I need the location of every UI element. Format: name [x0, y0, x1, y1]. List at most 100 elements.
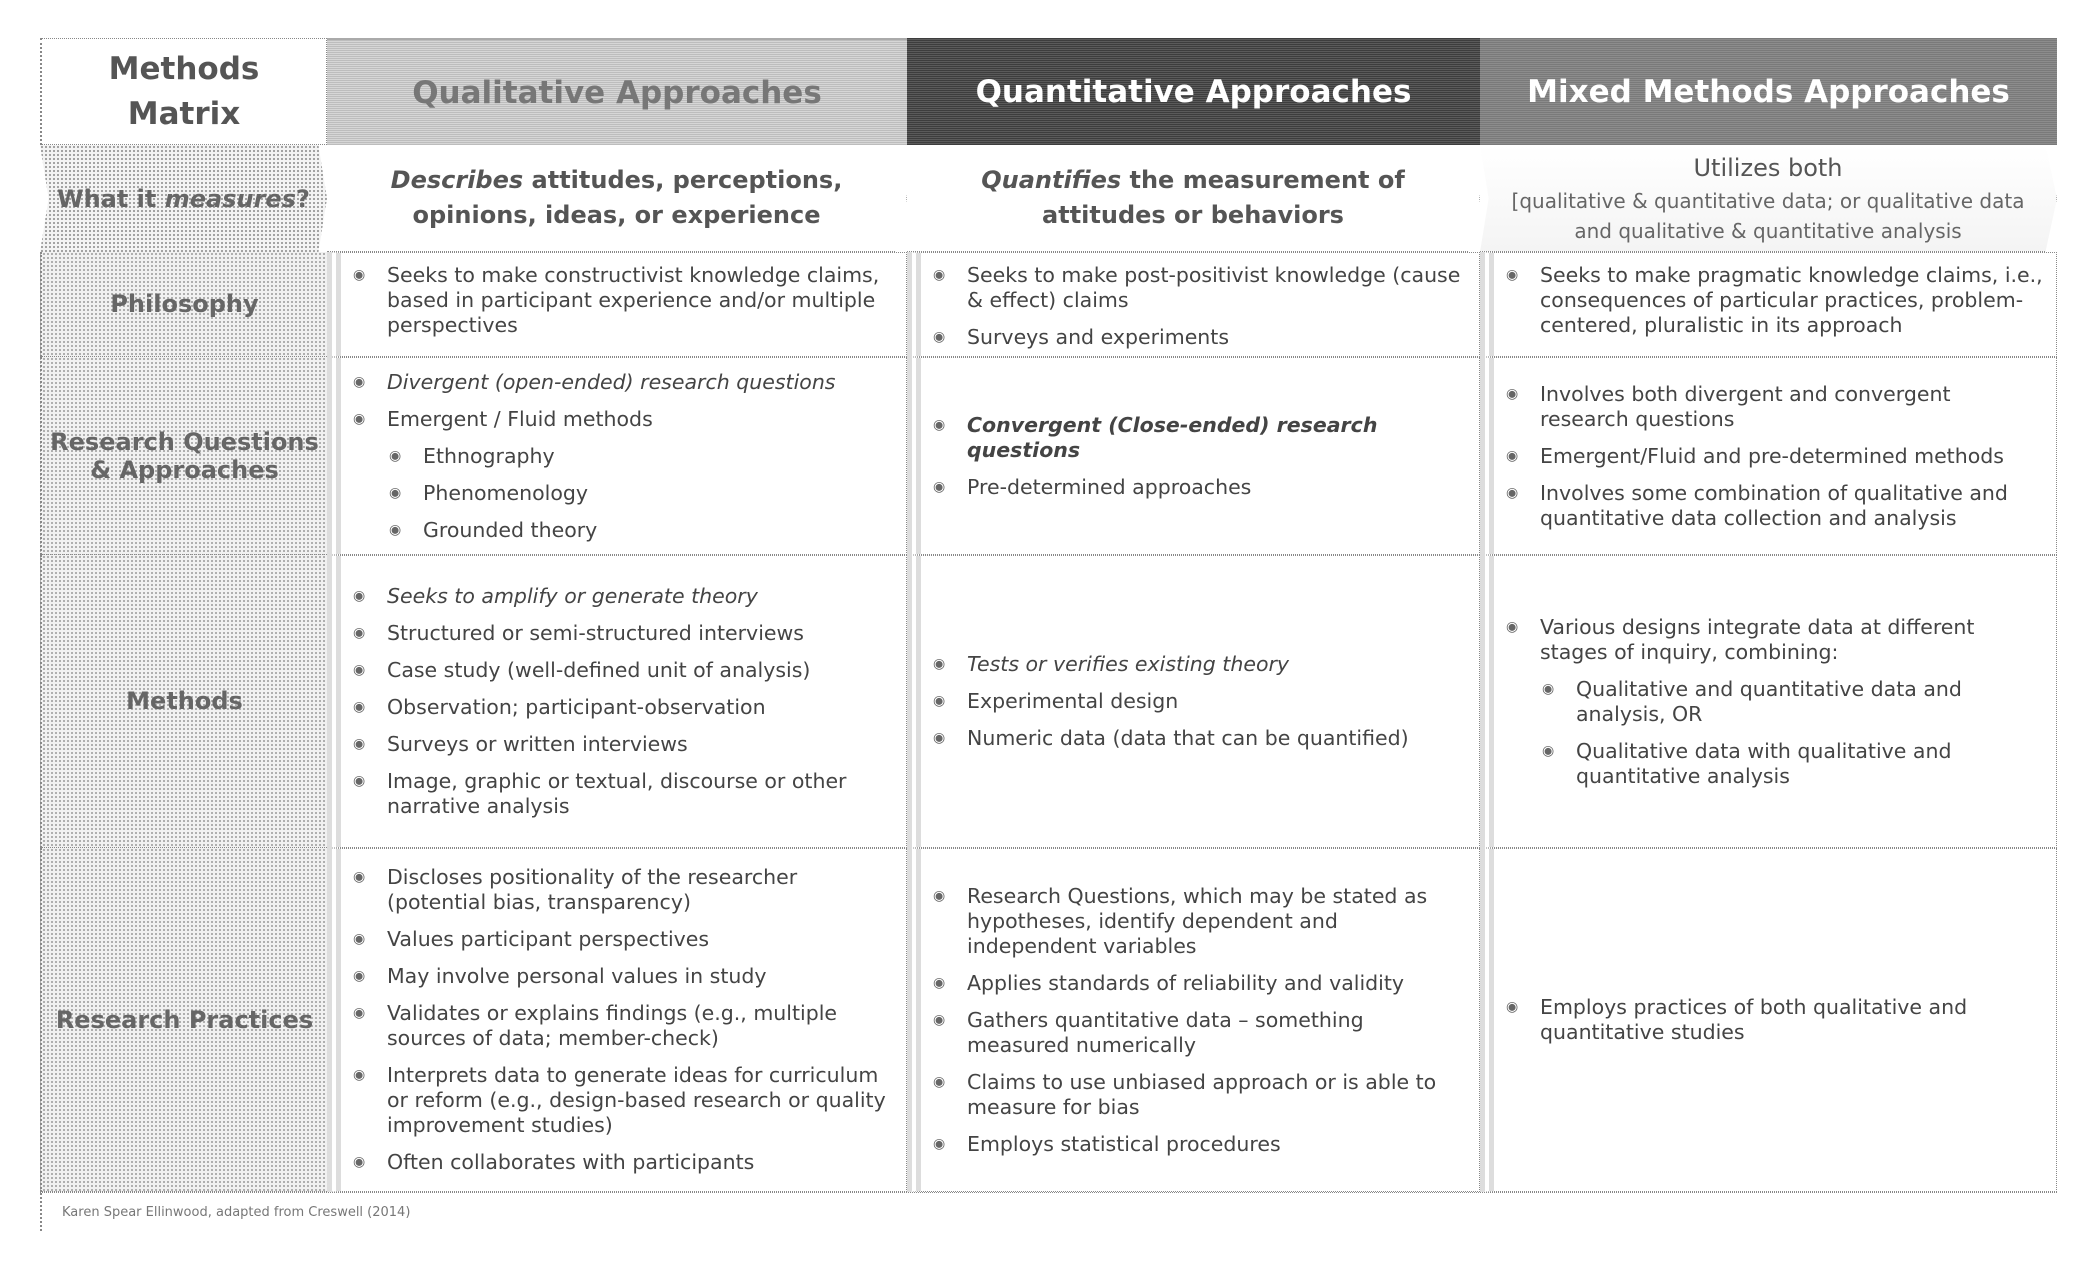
bullet-text: Qualitative data with qualitative and qu… — [1576, 738, 1952, 788]
cell-qualitative: ◉ Discloses positionality of the research… — [327, 848, 907, 1192]
bullet-icon: ◉ — [353, 773, 366, 789]
sub-bullet-list: ◉ Ethnography ◉ Phenomenology ◉ Grounded theo… — [387, 444, 894, 543]
bullet-text: Case study (well-defined unit of analysi… — [387, 658, 811, 682]
row-label-cell: Research Practices — [40, 848, 327, 1192]
bullet-icon: ◉ — [389, 484, 402, 501]
bullet-icon: ◉ — [933, 656, 946, 672]
footer-row: Karen Spear Ellinwood, adapted from Cres… — [40, 1192, 2057, 1231]
row-research-questions: Research Questions & Approaches ◉ Diverge… — [40, 357, 2057, 555]
bullet-item: ◉ Numeric data (data that can be quantifi… — [931, 726, 1467, 751]
bullet-item: ◉ Claims to use unbiased approach or is a… — [931, 1070, 1467, 1120]
bullet-item: ◉ Research Questions, which may be stated… — [931, 884, 1467, 959]
bullet-item: ◉ Values participant perspectives — [351, 927, 894, 952]
bullet-icon: ◉ — [353, 588, 366, 604]
bullet-text: Employs practices of both qualitative an… — [1540, 995, 1968, 1044]
bullet-text: Discloses positionality of the researche… — [387, 865, 798, 914]
bullet-item: ◉ Employs statistical procedures — [931, 1132, 1467, 1157]
bullet-item: ◉ Employs practices of both qualitative a… — [1504, 995, 2044, 1045]
header-mixed: Mixed Methods Approaches — [1480, 38, 2057, 145]
cell-mixed: ◉ Seeks to make pragmatic knowledge claim… — [1480, 252, 2057, 357]
methods-matrix-table: Methods Matrix Qualitative Approaches Qu… — [40, 38, 2057, 1231]
bullet-item: ◉ Validates or explains findings (e.g., m… — [351, 1001, 894, 1051]
measures-label-prefix: What it — [57, 184, 165, 213]
bullet-item: ◉ Interprets data to generate ideas for c… — [351, 1063, 894, 1138]
bullet-text: Values participant perspectives — [387, 927, 710, 951]
bullet-text: Seeks to make pragmatic knowledge claims… — [1540, 263, 2043, 337]
measures-quantitative: Quantifies the measurement of attitudes … — [907, 145, 1480, 252]
row-label-cell: Methods — [40, 555, 327, 848]
bullet-icon: ◉ — [933, 1073, 946, 1090]
bullet-item: ◉ Pre-determined approaches — [931, 475, 1467, 500]
bullet-item: ◉ Involves some combination of qualitativ… — [1504, 481, 2044, 531]
bullet-text: Seeks to amplify or generate theory — [387, 584, 758, 608]
measures-label-suffix: ? — [295, 184, 310, 213]
bullet-text: Emergent/Fluid and pre-determined method… — [1540, 443, 2004, 468]
cell-qualitative: ◉ Divergent (open-ended) research questio… — [327, 357, 907, 555]
bullet-text: May involve personal values in study — [387, 964, 767, 988]
bullet-list: ◉ Research Questions, which may be stated… — [931, 884, 1467, 1157]
bullet-text: Emergent / Fluid methods — [387, 406, 653, 431]
bullet-text: Seeks to make post-positivist knowledge … — [967, 263, 1461, 312]
bullet-icon: ◉ — [353, 736, 366, 752]
bullet-icon: ◉ — [933, 693, 946, 709]
cell-quantitative: ◉ Convergent (Close-ended) research quest… — [907, 357, 1480, 555]
cell-mixed: ◉ Various designs integrate data at diffe… — [1480, 555, 2057, 848]
bullet-text: Claims to use unbiased approach or is ab… — [967, 1069, 1437, 1119]
bullet-text: Structured or semi-structured interviews — [387, 621, 804, 645]
matrix-title-cell: Methods Matrix — [40, 38, 327, 145]
bullet-text: Image, graphic or textual, discourse or … — [387, 769, 847, 818]
bullet-icon: ◉ — [1506, 999, 1519, 1015]
bullet-icon: ◉ — [389, 521, 402, 538]
bullet-icon: ◉ — [933, 416, 946, 433]
row-label: Research Practices — [55, 1005, 314, 1034]
header-qualitative: Qualitative Approaches — [327, 38, 907, 145]
bullet-icon: ◉ — [353, 373, 366, 390]
bullet-icon: ◉ — [933, 1011, 946, 1028]
bullet-item: ◉ Often collaborates with participants — [351, 1150, 894, 1175]
bullet-text: Tests or verifies existing theory — [967, 652, 1290, 676]
bullet-icon: ◉ — [933, 974, 946, 991]
bullet-text: Involves both divergent and convergent r… — [1540, 381, 1951, 431]
bullet-list: ◉ Convergent (Close-ended) research quest… — [931, 413, 1467, 500]
bullet-text: Interprets data to generate ideas for cu… — [387, 1063, 886, 1137]
bullet-icon: ◉ — [353, 410, 366, 427]
row-label: Research Questions & Approaches — [50, 427, 319, 484]
cell-qualitative: ◉ Seeks to amplify or generate theory ◉ Str… — [327, 555, 907, 848]
sub-bullet-item: ◉ Phenomenology — [387, 481, 894, 506]
measures-mixed-title: Utilizes both — [1693, 153, 1843, 182]
header-quantitative: Quantitative Approaches — [907, 38, 1480, 145]
bullet-icon: ◉ — [933, 887, 946, 904]
cell-quantitative: ◉ Research Questions, which may be stated… — [907, 848, 1480, 1192]
bullet-item: ◉ Surveys or written interviews — [351, 732, 894, 757]
measures-qualitative: Describes attitudes, perceptions, opinio… — [327, 145, 907, 252]
bullet-text: Employs statistical procedures — [967, 1131, 1281, 1156]
measures-row-label: What it measures? — [57, 185, 310, 213]
bullet-text: Pre-determined approaches — [967, 474, 1252, 499]
measures-quantitative-text: Quantifies the measurement of attitudes … — [907, 163, 1479, 233]
sub-bullet-item: ◉ Ethnography — [387, 444, 894, 469]
bullet-text: Convergent (Close-ended) research questi… — [967, 412, 1378, 462]
bullet-list: ◉ Seeks to make pragmatic knowledge claim… — [1504, 263, 2044, 338]
header-row: Methods Matrix Qualitative Approaches Qu… — [40, 38, 2057, 145]
bullet-icon: ◉ — [353, 1067, 366, 1083]
row-label-cell: Philosophy — [40, 252, 327, 357]
row-philosophy: Philosophy ◉ Seeks to make constructivist… — [40, 252, 2057, 357]
bullet-icon: ◉ — [1542, 742, 1555, 759]
bullet-item: ◉ Observation; participant-observation — [351, 695, 894, 720]
bullet-item: ◉ Gathers quantitative data – something m… — [931, 1008, 1467, 1058]
header-quantitative-label: Quantitative Approaches — [975, 73, 1412, 110]
bullet-icon: ◉ — [1506, 618, 1519, 635]
bullet-text: Gathers quantitative data – something me… — [967, 1007, 1364, 1057]
bullet-item: ◉ Discloses positionality of the research… — [351, 865, 894, 915]
bullet-text: Ethnography — [423, 443, 555, 468]
measures-quantitative-em: Quantifies — [981, 166, 1122, 194]
bullet-list: ◉ Seeks to amplify or generate theory ◉ Str… — [351, 584, 894, 819]
bullet-icon: ◉ — [1542, 680, 1555, 697]
measures-qualitative-text: Describes attitudes, perceptions, opinio… — [327, 163, 906, 233]
bullet-text: Seeks to make constructivist knowledge c… — [387, 263, 880, 337]
bullet-item: ◉ Tests or verifies existing theory — [931, 652, 1467, 677]
bullet-item: ◉ Emergent/Fluid and pre-determined metho… — [1504, 444, 2044, 469]
footer-cell: Karen Spear Ellinwood, adapted from Cres… — [40, 1193, 2057, 1231]
bullet-icon: ◉ — [933, 730, 946, 746]
bullet-text: Divergent (open-ended) research question… — [387, 369, 836, 394]
